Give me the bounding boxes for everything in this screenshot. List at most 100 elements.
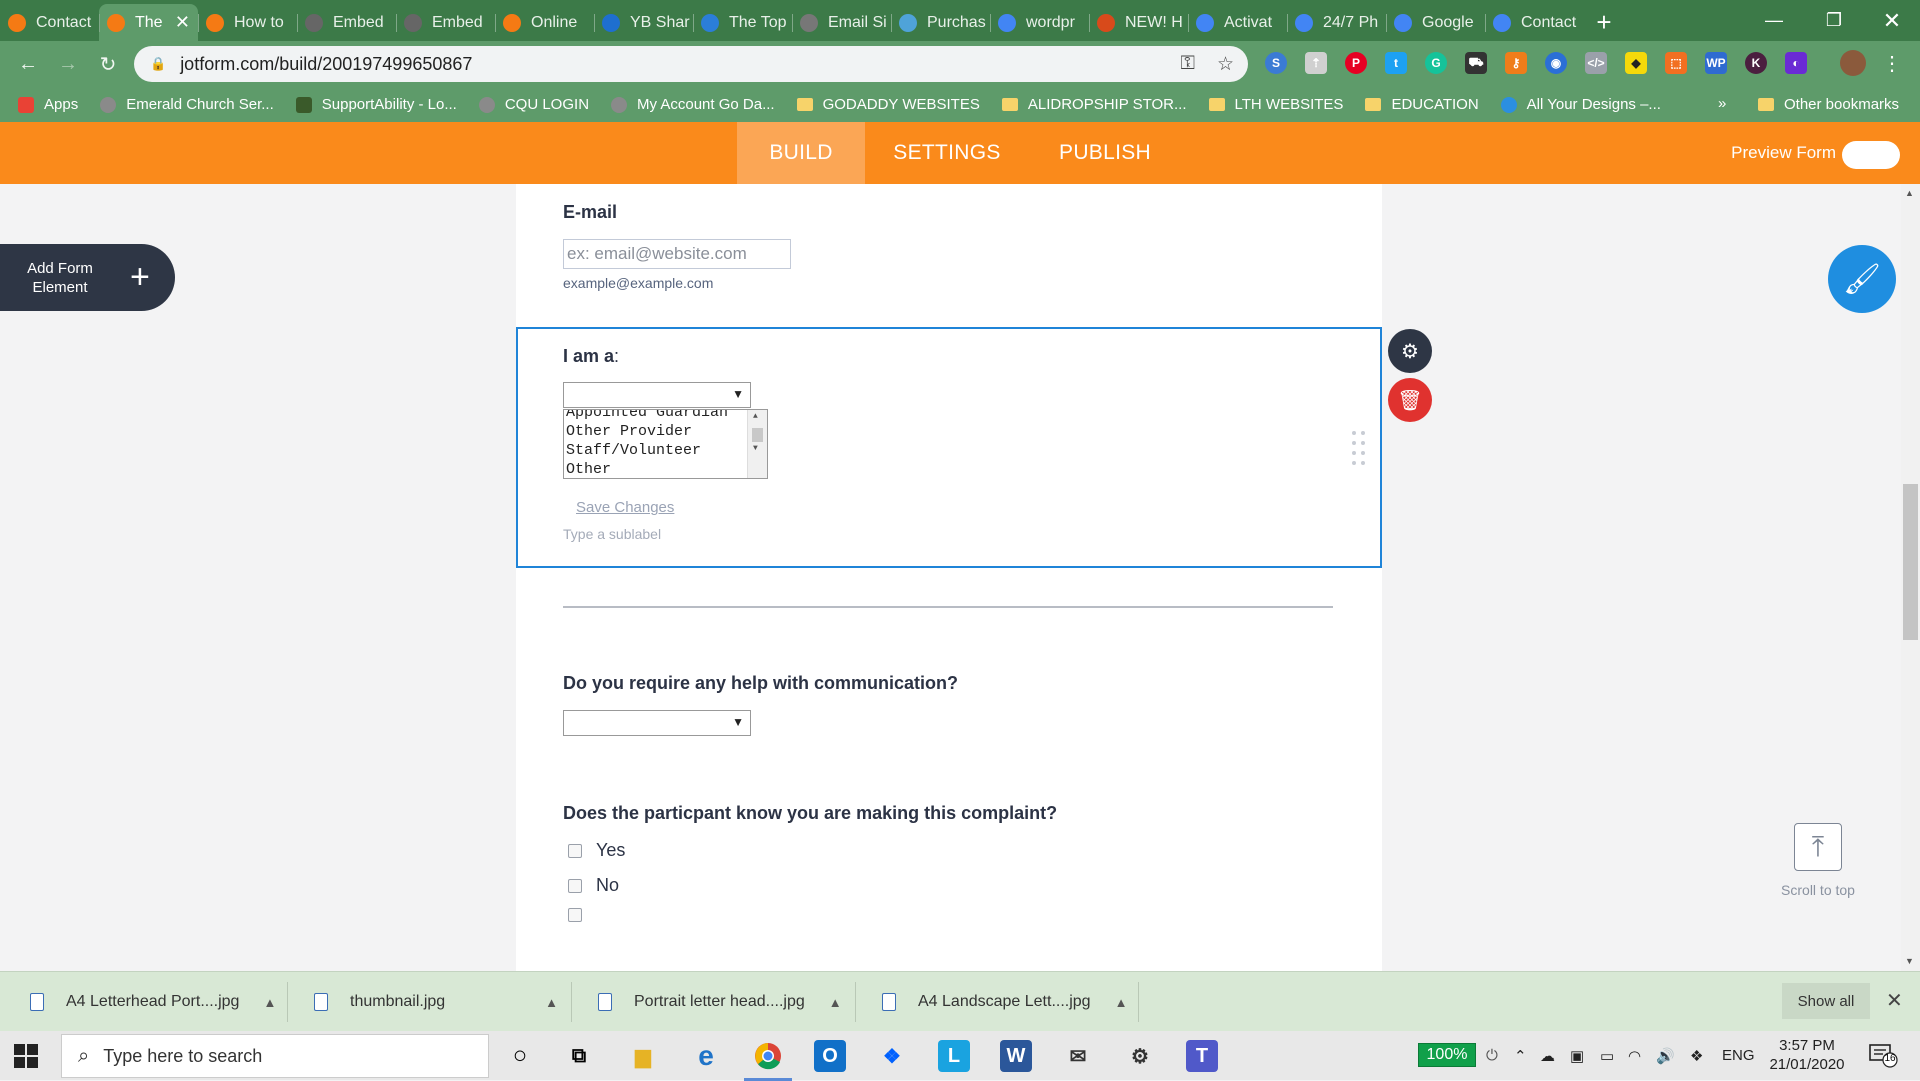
trash-icon[interactable]: 🗑: [1388, 378, 1432, 422]
extension-icon[interactable]: ⇡: [1305, 52, 1327, 74]
reload-icon[interactable]: ↻: [90, 46, 126, 82]
iam-dropdown[interactable]: ▼: [563, 382, 751, 408]
browser-tab[interactable]: NEW! H: [1089, 4, 1188, 41]
browser-tab[interactable]: Contact: [0, 4, 99, 41]
device-icon[interactable]: ▣: [1570, 1031, 1584, 1080]
windows-start-icon[interactable]: [14, 1044, 38, 1068]
code-extension-icon[interactable]: </>: [1585, 52, 1607, 74]
sublabel-input[interactable]: Type a sublabel: [563, 526, 661, 542]
dropbox-icon[interactable]: ❖: [876, 1040, 908, 1072]
cortana-icon[interactable]: ○: [504, 1040, 536, 1072]
browser-tab[interactable]: Purchas: [891, 4, 990, 41]
bookmark-item[interactable]: GODADDY WEBSITES: [796, 96, 980, 113]
iam-label[interactable]: I am a:: [563, 346, 619, 367]
address-bar[interactable]: 🔒 jotform.com/build/200197499650867 ⚿ ☆: [134, 46, 1248, 82]
browser-tab[interactable]: Embed: [297, 4, 396, 41]
chevron-up-icon[interactable]: ⌃: [1514, 1031, 1527, 1080]
drag-handle-icon[interactable]: [1352, 431, 1368, 467]
bookmark-item[interactable]: ALIDROPSHIP STOR...: [1001, 96, 1187, 113]
scroll-up-icon[interactable]: ▲: [1905, 188, 1914, 198]
scroll-thumb[interactable]: [752, 428, 763, 442]
browser-tab[interactable]: Embed: [396, 4, 495, 41]
page-scrollbar[interactable]: ▲ ▼: [1901, 184, 1920, 971]
bookmark-item[interactable]: CQU LOGIN: [478, 96, 589, 113]
new-tab-button[interactable]: +: [1584, 4, 1624, 41]
profile-avatar[interactable]: [1840, 50, 1866, 76]
download-item[interactable]: Portrait letter head....jpg ▲: [598, 972, 842, 1032]
scroll-down-icon[interactable]: ▼: [1905, 956, 1914, 966]
kebab-menu-icon[interactable]: ⋮: [1882, 51, 1902, 76]
preview-form-toggle[interactable]: [1842, 141, 1900, 169]
back-arrow-icon[interactable]: ←: [10, 46, 46, 82]
wifi-icon[interactable]: ◠: [1628, 1031, 1641, 1080]
gear-icon[interactable]: ⚙: [1388, 329, 1432, 373]
location-extension-icon[interactable]: ◉: [1545, 52, 1567, 74]
close-tab-icon[interactable]: ✕: [175, 12, 190, 33]
cart-extension-icon[interactable]: ⛟: [1465, 52, 1487, 74]
page-scroll-thumb[interactable]: [1903, 484, 1918, 640]
browser-tab[interactable]: Contact: [1485, 4, 1584, 41]
scroll-up-icon[interactable]: ▲: [753, 412, 758, 421]
volume-icon[interactable]: 🔊: [1656, 1031, 1675, 1080]
bookmark-item[interactable]: All Your Designs –...: [1500, 96, 1661, 113]
teams-icon[interactable]: T: [1186, 1040, 1218, 1072]
purple-extension-icon[interactable]: ◐: [1785, 52, 1807, 74]
forward-arrow-icon[interactable]: →: [50, 46, 86, 82]
key-icon[interactable]: ⚿: [1180, 53, 1194, 76]
form-designer-paint-icon[interactable]: 🖌: [1828, 245, 1896, 313]
download-item[interactable]: thumbnail.jpg ▲: [314, 972, 558, 1032]
language-indicator[interactable]: ENG: [1722, 1031, 1755, 1080]
download-item[interactable]: A4 Landscape Lett....jpg ▲: [882, 972, 1127, 1032]
communication-dropdown[interactable]: ▼: [563, 710, 751, 736]
bookmark-item[interactable]: My Account Go Da...: [611, 96, 775, 113]
email-input[interactable]: ex: email@website.com: [563, 239, 791, 269]
checkbox-empty[interactable]: [568, 908, 596, 922]
outlook-icon[interactable]: O: [814, 1040, 846, 1072]
save-changes-link[interactable]: Save Changes: [576, 499, 674, 516]
restore-icon[interactable]: ❐: [1806, 0, 1862, 41]
browser-tab[interactable]: The Top: [693, 4, 792, 41]
textarea-scrollbar[interactable]: ▲ ▼: [747, 410, 767, 478]
wp-extension-icon[interactable]: WP: [1705, 52, 1727, 74]
browser-tab[interactable]: Google: [1386, 4, 1485, 41]
bookmark-item[interactable]: LTH WEBSITES: [1208, 96, 1343, 113]
bookmark-item[interactable]: EDUCATION: [1365, 96, 1479, 113]
tab-build[interactable]: BUILD: [737, 122, 865, 184]
dropbox-tray-icon[interactable]: ❖: [1690, 1031, 1703, 1080]
system-clock[interactable]: 3:57 PM 21/01/2020: [1762, 1036, 1852, 1074]
edge-icon[interactable]: e: [690, 1040, 722, 1072]
mail-icon[interactable]: ✉: [1062, 1040, 1094, 1072]
pinterest-extension-icon[interactable]: P: [1345, 52, 1367, 74]
file-explorer-icon[interactable]: ▆: [627, 1040, 659, 1072]
checkbox-yes[interactable]: Yes: [568, 840, 625, 861]
other-bookmarks[interactable]: Other bookmarks: [1758, 96, 1899, 113]
browser-tab[interactable]: Activat: [1188, 4, 1287, 41]
checkbox[interactable]: [568, 908, 582, 922]
bookmark-item[interactable]: SupportAbility - Lo...: [295, 96, 457, 113]
close-window-icon[interactable]: ✕: [1864, 0, 1920, 41]
minimize-icon[interactable]: —: [1746, 0, 1802, 41]
browser-tab[interactable]: YB Shar: [594, 4, 693, 41]
onedrive-icon[interactable]: ☁: [1540, 1031, 1555, 1080]
twitter-extension-icon[interactable]: t: [1385, 52, 1407, 74]
gem-extension-icon[interactable]: ◆: [1625, 52, 1647, 74]
chevron-up-icon[interactable]: ▲: [263, 995, 276, 1010]
tab-publish[interactable]: PUBLISH: [1040, 122, 1170, 184]
scroll-to-top-button[interactable]: ⤒: [1794, 823, 1842, 871]
skype-extension-icon[interactable]: S: [1265, 52, 1287, 74]
browser-tab[interactable]: Email Si: [792, 4, 891, 41]
k-extension-icon[interactable]: K: [1745, 52, 1767, 74]
add-form-element-button[interactable]: Add Form Element +: [0, 244, 175, 311]
bookmark-star-icon[interactable]: ☆: [1217, 53, 1234, 76]
orange-extension-icon[interactable]: ⬚: [1665, 52, 1687, 74]
tab-settings[interactable]: SETTINGS: [882, 122, 1012, 184]
battery-icon[interactable]: ▭: [1600, 1031, 1614, 1080]
notification-center-icon[interactable]: 16: [1868, 1042, 1898, 1068]
checkbox-no[interactable]: No: [568, 875, 619, 896]
show-all-button[interactable]: Show all: [1782, 983, 1870, 1019]
checkbox[interactable]: [568, 843, 582, 858]
options-textarea[interactable]: Appointed Guardian Other Provider Staff/Vo…: [563, 409, 768, 479]
browser-tab[interactable]: wordpr: [990, 4, 1089, 41]
battery-percent[interactable]: 100%: [1418, 1043, 1476, 1067]
taskbar-search[interactable]: ⌕ Type here to search: [61, 1034, 489, 1078]
